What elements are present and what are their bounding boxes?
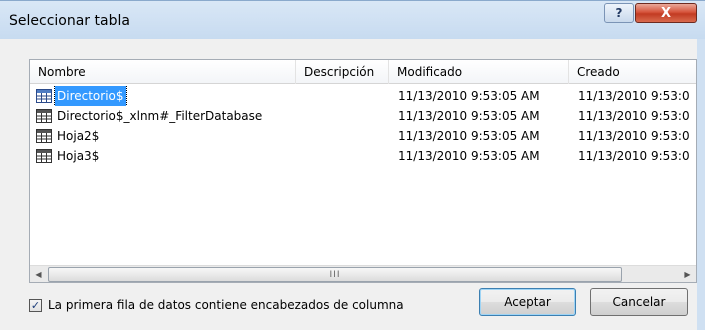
row-name-cell: Directorio$: [36, 86, 296, 106]
row-modified: 11/13/2010 9:53:05 AM: [398, 109, 540, 123]
scroll-right-arrow-icon[interactable]: ▶: [679, 266, 696, 282]
horizontal-scrollbar[interactable]: ◀ III ▶: [30, 265, 696, 282]
table-row[interactable]: Directorio$ 11/13/2010 9:53:05 AM 11/13/…: [30, 86, 696, 106]
row-name: Hoja2$: [57, 129, 100, 143]
close-icon: X: [660, 5, 672, 21]
first-row-headers-checkbox[interactable]: ✓: [29, 298, 42, 312]
close-button[interactable]: X: [635, 3, 697, 23]
column-header-description[interactable]: Descripción: [296, 60, 389, 84]
window-frame-edge: [697, 39, 705, 330]
row-name: Directorio$_xlnm#_FilterDatabase: [57, 109, 263, 123]
row-modified: 11/13/2010 9:53:05 AM: [398, 129, 540, 143]
scrollbar-thumb[interactable]: III: [48, 267, 622, 282]
dialog-title: Seleccionar tabla: [9, 13, 130, 29]
table-icon: [36, 89, 52, 103]
first-row-headers-option[interactable]: ✓ La primera fila de datos contiene enca…: [29, 294, 404, 316]
row-name-cell: Hoja3$: [36, 146, 296, 166]
table-row[interactable]: Hoja2$ 11/13/2010 9:53:05 AM 11/13/2010 …: [30, 126, 696, 146]
select-table-dialog: Seleccionar tabla ? X Nombre Descripción…: [0, 0, 705, 330]
first-row-headers-label[interactable]: La primera fila de datos contiene encabe…: [48, 298, 404, 312]
list-header: Nombre Descripción Modificado Creado: [30, 60, 696, 84]
row-name: Hoja3$: [57, 149, 100, 163]
row-name-cell: Hoja2$: [36, 126, 296, 146]
scroll-left-arrow-icon[interactable]: ◀: [30, 266, 47, 282]
check-icon: ✓: [30, 298, 41, 312]
row-name-cell: Directorio$_xlnm#_FilterDatabase: [36, 106, 296, 126]
column-header-modified[interactable]: Modificado: [389, 60, 569, 84]
accept-button[interactable]: Aceptar: [479, 288, 576, 316]
row-modified: 11/13/2010 9:53:05 AM: [398, 149, 540, 163]
row-modified: 11/13/2010 9:53:05 AM: [398, 89, 540, 103]
row-name: Directorio$: [54, 86, 127, 106]
table-row[interactable]: Directorio$_xlnm#_FilterDatabase 11/13/2…: [30, 106, 696, 126]
help-button[interactable]: ?: [604, 3, 634, 23]
column-header-name[interactable]: Nombre: [30, 60, 296, 84]
row-created: 11/13/2010 9:53:0: [578, 109, 690, 123]
table-icon: [36, 149, 52, 163]
table-row[interactable]: Hoja3$ 11/13/2010 9:53:05 AM 11/13/2010 …: [30, 146, 696, 166]
list-rows: Directorio$ 11/13/2010 9:53:05 AM 11/13/…: [30, 86, 696, 166]
help-icon: ?: [615, 6, 623, 20]
column-header-created[interactable]: Creado: [569, 60, 696, 84]
grip-icon: III: [329, 269, 341, 280]
dialog-body: Nombre Descripción Modificado Creado Dir…: [0, 39, 697, 330]
row-created: 11/13/2010 9:53:0: [578, 149, 690, 163]
tables-list[interactable]: Nombre Descripción Modificado Creado Dir…: [29, 59, 697, 283]
table-icon: [36, 129, 52, 143]
row-created: 11/13/2010 9:53:0: [578, 89, 690, 103]
cancel-button[interactable]: Cancelar: [590, 288, 688, 316]
table-icon: [36, 109, 52, 123]
row-created: 11/13/2010 9:53:0: [578, 129, 690, 143]
title-bar[interactable]: Seleccionar tabla ? X: [0, 1, 705, 39]
